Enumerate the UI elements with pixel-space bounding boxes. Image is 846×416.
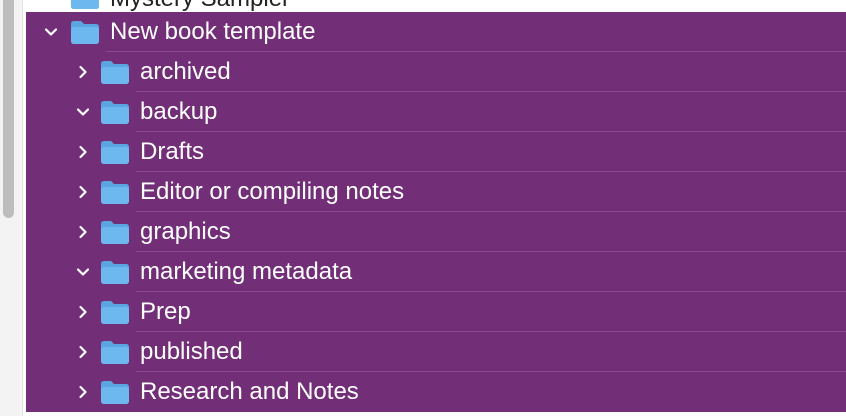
- tree-row-marketing-metadata[interactable]: marketing metadata: [26, 252, 846, 292]
- tree-row-prep[interactable]: Prep: [26, 292, 846, 332]
- tree-row-editor-notes[interactable]: Editor or compiling notes: [26, 172, 846, 212]
- chevron-right-icon[interactable]: [74, 183, 92, 201]
- chevron-right-icon[interactable]: [74, 383, 92, 401]
- tree-row-research-notes[interactable]: Research and Notes: [26, 372, 846, 412]
- folder-icon: [100, 299, 130, 325]
- tree-row-graphics[interactable]: graphics: [26, 212, 846, 252]
- tree-row-partial[interactable]: Mystery Sampler: [26, 0, 846, 12]
- folder-label-editor-notes: Editor or compiling notes: [140, 178, 405, 205]
- folder-icon: [100, 139, 130, 165]
- folder-tree: Mystery Sampler New book template archiv…: [26, 0, 846, 416]
- folder-icon: [100, 99, 130, 125]
- chevron-right-icon[interactable]: [74, 343, 92, 361]
- folder-label-prep: Prep: [140, 298, 191, 325]
- folder-icon: [70, 19, 100, 45]
- folder-label-backup: backup: [140, 98, 218, 125]
- chevron-down-icon[interactable]: [74, 263, 92, 281]
- tree-row-published[interactable]: published: [26, 332, 846, 372]
- folder-icon: [100, 179, 130, 205]
- folder-label-new-book-template: New book template: [110, 18, 316, 45]
- folder-label-published: published: [140, 338, 243, 365]
- folder-icon: [100, 259, 130, 285]
- tree-row-backup[interactable]: backup: [26, 92, 846, 132]
- folder-icon: [100, 379, 130, 405]
- tree-row-root[interactable]: New book template: [26, 12, 846, 52]
- folder-icon: [100, 219, 130, 245]
- chevron-right-icon[interactable]: [74, 303, 92, 321]
- folder-icon: [100, 339, 130, 365]
- folder-label-marketing-metadata: marketing metadata: [140, 258, 353, 285]
- folder-label-research-notes: Research and Notes: [140, 378, 359, 405]
- tree-row-label: Mystery Sampler: [110, 0, 290, 12]
- chevron-right-icon[interactable]: [74, 63, 92, 81]
- chevron-right-icon[interactable]: [74, 223, 92, 241]
- folder-label-archived: archived: [140, 58, 231, 85]
- chevron-down-icon[interactable]: [74, 103, 92, 121]
- tree-row-archived[interactable]: archived: [26, 52, 846, 92]
- folder-label-drafts: Drafts: [140, 138, 205, 165]
- vertical-scrollbar[interactable]: [0, 0, 23, 416]
- scrollbar-thumb[interactable]: [3, 0, 14, 218]
- chevron-right-icon[interactable]: [74, 143, 92, 161]
- folder-label-graphics: graphics: [140, 218, 231, 245]
- folder-icon: [70, 0, 100, 10]
- folder-icon: [100, 59, 130, 85]
- chevron-down-icon[interactable]: [42, 23, 60, 41]
- tree-row-drafts[interactable]: Drafts: [26, 132, 846, 172]
